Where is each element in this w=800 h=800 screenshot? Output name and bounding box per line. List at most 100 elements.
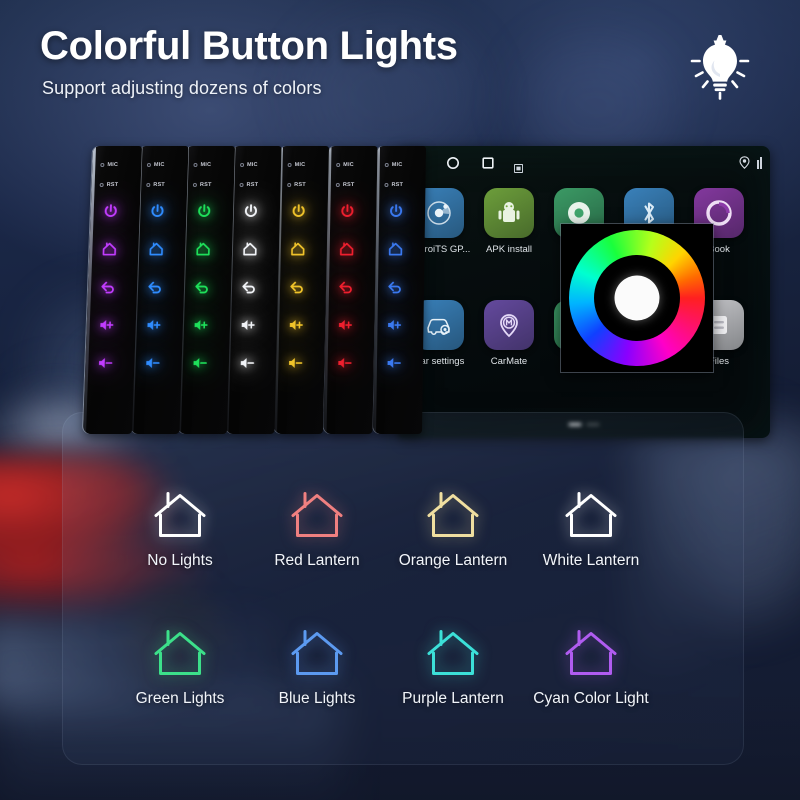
volume-down-icon[interactable] <box>237 353 257 373</box>
signal-icon <box>757 156 764 174</box>
strip-label: RST <box>294 182 306 188</box>
power-icon[interactable] <box>147 201 168 221</box>
lantern-options-card: No Lights Red Lantern Orange Lantern White … <box>62 412 744 765</box>
strip-label: RST <box>199 182 212 188</box>
led-dot-icon <box>335 183 340 187</box>
carmate-pin-icon <box>484 300 534 350</box>
led-dot-icon <box>146 183 151 187</box>
volume-up-icon[interactable] <box>286 315 306 335</box>
led-dot-icon <box>193 163 198 167</box>
back-icon[interactable] <box>385 277 405 297</box>
color-wheel-center-swatch[interactable] <box>614 275 660 321</box>
led-dot-icon <box>336 163 341 167</box>
reset-indicator: RST <box>335 182 355 188</box>
reset-indicator: RST <box>192 182 212 188</box>
mic-indicator: MIC <box>336 162 354 168</box>
strip-label: RST <box>391 182 404 188</box>
button-strip[interactable]: MIC RST <box>323 146 378 434</box>
strip-label: MIC <box>391 162 403 168</box>
home-icon[interactable] <box>240 239 260 259</box>
mic-indicator: MIC <box>384 162 403 168</box>
led-dot-icon <box>100 163 105 167</box>
led-dot-icon <box>192 183 197 187</box>
home-icon[interactable] <box>99 239 120 259</box>
button-strip[interactable]: MIC RST <box>82 146 143 434</box>
mic-indicator: MIC <box>287 162 306 168</box>
volume-down-icon[interactable] <box>142 353 163 373</box>
volume-up-icon[interactable] <box>335 315 355 335</box>
volume-down-icon[interactable] <box>190 353 211 373</box>
led-dot-icon <box>287 183 292 187</box>
reset-indicator: RST <box>99 182 119 188</box>
volume-down-icon[interactable] <box>384 353 404 373</box>
android-navigation-bar <box>398 146 770 180</box>
power-icon[interactable] <box>386 201 406 221</box>
back-icon[interactable] <box>145 277 166 297</box>
led-dot-icon <box>384 163 389 167</box>
home-icon[interactable] <box>288 239 308 259</box>
page-title: Colorful Button Lights <box>40 24 458 68</box>
back-icon[interactable] <box>239 277 259 297</box>
lantern-option[interactable]: White Lantern <box>506 484 676 570</box>
button-strip[interactable]: MIC RST <box>273 146 330 434</box>
power-icon[interactable] <box>288 201 308 221</box>
reset-indicator: RST <box>239 182 258 188</box>
back-icon[interactable] <box>192 277 213 297</box>
volume-up-icon[interactable] <box>144 315 165 335</box>
power-icon[interactable] <box>241 201 261 221</box>
strip-label: RST <box>106 182 119 188</box>
app-label: APK install <box>486 244 532 255</box>
lantern-label: White Lantern <box>542 552 640 569</box>
reset-indicator: RST <box>146 182 165 188</box>
back-icon[interactable] <box>287 277 307 297</box>
app-icon-apk-install[interactable]: APK install <box>476 188 542 255</box>
mic-indicator: MIC <box>240 162 258 168</box>
app-icon-carmate[interactable]: CarMate <box>476 300 542 367</box>
button-strip[interactable]: MIC RST <box>225 146 282 434</box>
volume-up-icon[interactable] <box>384 315 404 335</box>
strip-label: RST <box>246 182 259 188</box>
led-dot-icon <box>239 183 244 187</box>
home-icon[interactable] <box>337 239 357 259</box>
back-icon[interactable] <box>336 277 356 297</box>
status-bar-right <box>739 156 764 174</box>
button-strip[interactable]: MIC RST <box>372 146 427 434</box>
color-wheel[interactable] <box>561 224 713 372</box>
house-icon <box>506 622 676 680</box>
volume-down-icon[interactable] <box>335 353 355 373</box>
led-dot-icon <box>240 163 245 167</box>
power-icon[interactable] <box>100 201 121 221</box>
screenshot-icon[interactable] <box>513 160 524 178</box>
back-icon[interactable] <box>98 277 119 297</box>
strip-label: MIC <box>246 162 258 168</box>
strip-label: RST <box>342 182 355 188</box>
led-dot-icon <box>99 183 104 187</box>
page-subtitle: Support adjusting dozens of colors <box>42 78 322 98</box>
home-icon[interactable] <box>385 239 405 259</box>
volume-up-icon[interactable] <box>238 315 258 335</box>
home-icon[interactable] <box>146 239 167 259</box>
reset-indicator: RST <box>384 182 403 188</box>
recents-square-icon[interactable] <box>481 156 495 175</box>
volume-up-icon[interactable] <box>191 315 212 335</box>
strip-label: MIC <box>200 162 212 168</box>
volume-up-icon[interactable] <box>96 315 117 335</box>
reset-indicator: RST <box>287 182 306 188</box>
mic-indicator: MIC <box>146 162 165 168</box>
mic-indicator: MIC <box>100 162 118 168</box>
lantern-grid: No Lights Red Lantern Orange Lantern White … <box>62 412 744 765</box>
led-dot-icon <box>287 163 292 167</box>
strip-label: MIC <box>294 162 306 168</box>
strip-label: MIC <box>343 162 354 168</box>
android-head-unit-screen[interactable]: AndroiTS GP...APK installChromeBluetooth… <box>398 146 770 438</box>
lantern-option[interactable]: Cyan Color Light <box>506 622 676 708</box>
home-circle-icon[interactable] <box>446 156 460 175</box>
home-icon[interactable] <box>193 239 214 259</box>
volume-down-icon[interactable] <box>95 353 116 373</box>
power-icon[interactable] <box>337 201 357 221</box>
power-icon[interactable] <box>194 201 215 221</box>
volume-down-icon[interactable] <box>285 353 305 373</box>
led-dot-icon <box>146 163 151 167</box>
lantern-label: Cyan Color Light <box>533 690 649 707</box>
mic-indicator: MIC <box>193 162 211 168</box>
